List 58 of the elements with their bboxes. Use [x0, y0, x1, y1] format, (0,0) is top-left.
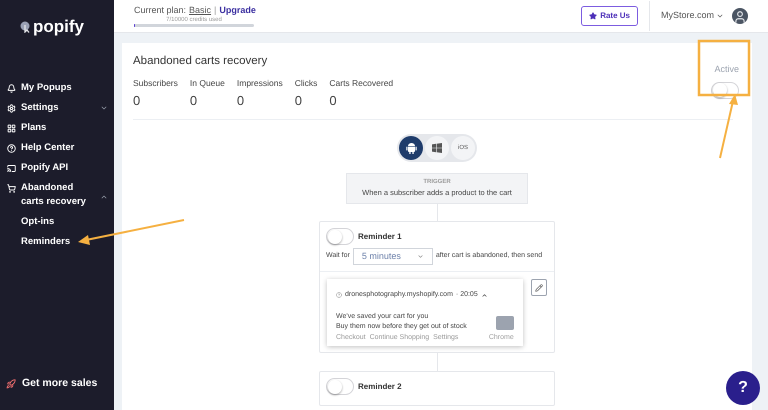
platform-tab[interactable]: [425, 136, 449, 160]
upgrade-link[interactable]: Upgrade: [219, 5, 256, 16]
android-icon: [406, 142, 416, 154]
store-dropdown[interactable]: MyStore.com: [660, 9, 724, 23]
product-thumbnail: [496, 316, 514, 330]
reminder-title: Reminder 1: [358, 230, 402, 242]
annotation-arrow: [719, 94, 738, 158]
get-more-sales-link[interactable]: Get more sales: [0, 376, 114, 392]
highlight-frame: [698, 40, 750, 96]
stat-label: Carts Recovered: [329, 78, 394, 89]
sidebar-item[interactable]: Abandoned carts recovery: [0, 178, 114, 212]
chevron-up-icon: [480, 292, 488, 298]
site-icon: [336, 292, 342, 298]
active-label: Active: [714, 63, 739, 76]
logo-text: popify: [33, 18, 84, 35]
plan-label: Current plan:: [134, 5, 186, 16]
chevron-up-icon: [100, 193, 108, 201]
gear-icon: [7, 104, 16, 112]
card-title: Abandoned carts recovery: [133, 54, 268, 68]
rocket-icon: [6, 379, 16, 390]
plan-link[interactable]: Basic: [189, 5, 212, 16]
sidebar-item[interactable]: Plans: [0, 118, 114, 138]
rate-us-button[interactable]: Rate Us: [581, 6, 638, 26]
reminder-toggle[interactable]: [326, 228, 354, 245]
chevron-down-icon: [100, 104, 108, 112]
sidebar-item[interactable]: Help Center: [0, 138, 114, 158]
reminder-toggle[interactable]: [326, 378, 354, 395]
stat-value: 0: [133, 92, 142, 110]
bell-icon: [7, 84, 16, 92]
star-icon: [589, 12, 598, 20]
stat-label: Impressions: [236, 78, 283, 89]
cart-icon: [7, 184, 16, 192]
grid-icon: [7, 124, 16, 132]
sidebar-item[interactable]: Popify API: [0, 158, 114, 178]
windows-icon: [432, 143, 442, 153]
screen-icon: [7, 164, 16, 172]
pencil-icon: [534, 284, 543, 292]
wait-select[interactable]: 5 minutes: [352, 248, 433, 265]
stat-value: 0: [236, 92, 246, 110]
stat-value: 0: [294, 92, 303, 110]
stat-label: Clicks: [294, 78, 318, 89]
sidebar-subitem[interactable]: Opt-ins: [0, 212, 114, 232]
stat-value: 0: [190, 92, 198, 110]
edit-button[interactable]: [530, 279, 547, 296]
avatar-icon[interactable]: [732, 8, 748, 24]
sidebar-subitem[interactable]: Reminders: [0, 232, 114, 252]
stat-label: In Queue: [190, 78, 225, 89]
reminder-title: Reminder 2: [358, 380, 402, 392]
sidebar-item[interactable]: My Popups: [0, 78, 114, 98]
platform-tab[interactable]: [399, 136, 423, 160]
separator-text: |: [214, 5, 216, 16]
stat-value: 0: [329, 92, 338, 110]
stat-label: Subscribers: [133, 78, 178, 89]
sidebar-item[interactable]: Settings: [0, 98, 114, 118]
logo-icon: [20, 20, 30, 32]
help-icon: [7, 144, 16, 152]
chevron-down-icon: [416, 253, 424, 260]
chevron-down-icon: [716, 12, 724, 20]
